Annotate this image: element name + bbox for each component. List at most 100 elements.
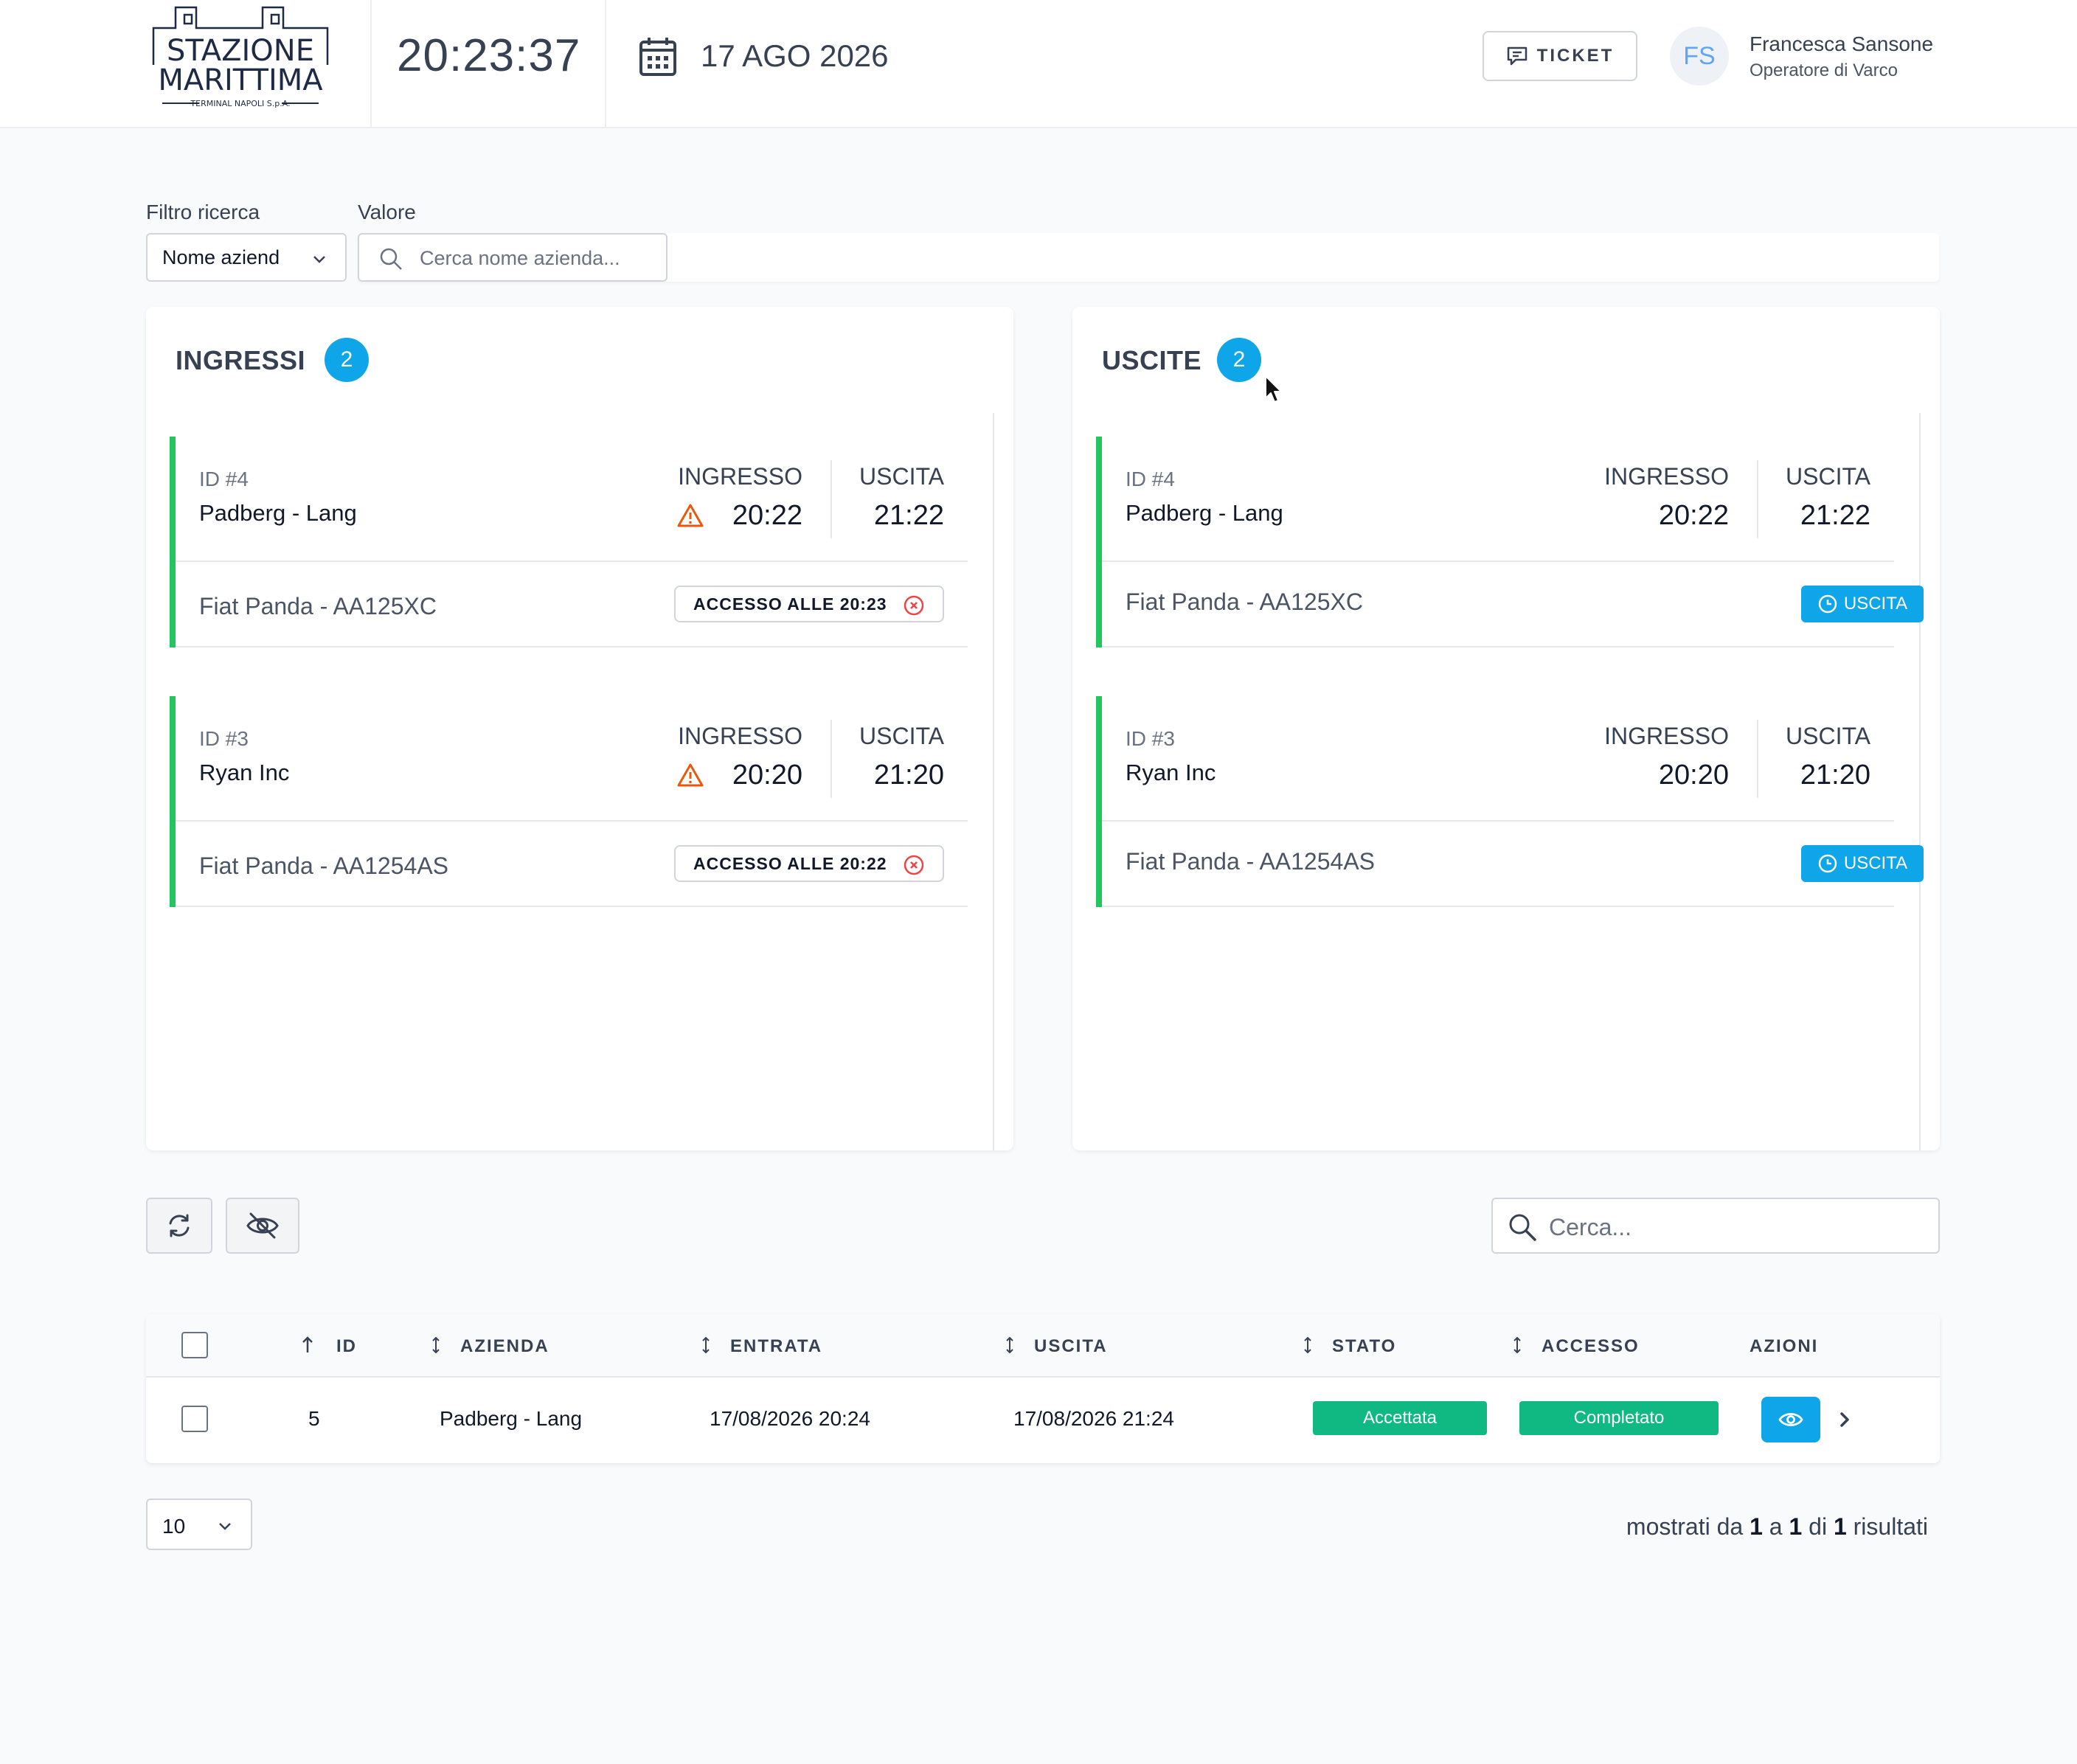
column-header-azienda[interactable]: AZIENDA	[460, 1336, 549, 1357]
card-out-label: USCITA	[859, 723, 944, 749]
uscite-count-badge: 2	[1217, 338, 1261, 382]
card-footer: Fiat Panda - AA1254AS USCITA	[1102, 822, 1924, 907]
stazione-marittima-logo[interactable]: STAZIONE MARITTIMA TERMINAL NAPOLI S.p.A…	[146, 0, 338, 128]
exit-button[interactable]: USCITA	[1801, 586, 1924, 622]
header-divider	[605, 0, 606, 128]
sort-icon[interactable]	[699, 1335, 712, 1355]
column-header-stato[interactable]: STATO	[1332, 1336, 1396, 1357]
card-divider	[1757, 720, 1758, 798]
card-divider	[831, 460, 832, 538]
table-header: ID AZIENDA ENTRATA USCITA STATO ACCESSO …	[146, 1314, 1940, 1378]
exit-button[interactable]: USCITA	[1801, 845, 1924, 882]
column-header-id[interactable]: ID	[336, 1336, 357, 1357]
eye-off-icon	[246, 1212, 279, 1239]
search-icon	[1509, 1214, 1536, 1241]
card-company: Ryan Inc	[1126, 760, 1216, 785]
card-in-time: 20:22	[1658, 500, 1729, 531]
company-search-placeholder: Cerca nome azienda...	[420, 247, 620, 269]
results-to: 1	[1789, 1513, 1803, 1540]
chevron-right-icon[interactable]	[1835, 1409, 1854, 1431]
ingressi-card[interactable]: ID #4 Padberg - Lang INGRESSO 20:22 USCI…	[170, 437, 968, 647]
table-search-input[interactable]: Cerca...	[1491, 1198, 1940, 1254]
card-in-label: INGRESSO	[1604, 463, 1729, 490]
user-role: Operatore di Varco	[1750, 60, 1898, 80]
card-id: ID #3	[1126, 727, 1175, 750]
sort-asc-icon[interactable]	[301, 1335, 314, 1355]
column-header-entrata[interactable]: ENTRATA	[730, 1336, 822, 1357]
uscite-card[interactable]: ID #3 Ryan Inc INGRESSO 20:20 USCITA 21:…	[1096, 696, 1924, 907]
card-vehicle: Fiat Panda - AA1254AS	[1126, 848, 1375, 875]
logo-line2: MARITTIMA	[158, 63, 323, 97]
results-suffix: risultati	[1853, 1513, 1928, 1540]
card-divider	[1757, 460, 1758, 538]
card-vehicle: Fiat Panda - AA125XC	[1126, 588, 1363, 615]
filter-select[interactable]: Nome aziend	[146, 233, 347, 282]
card-in-time: 20:20	[1658, 760, 1729, 791]
card-in-time: 20:22	[732, 500, 802, 531]
card-header: ID #3 Ryan Inc INGRESSO 20:20 USCITA 21:…	[176, 696, 968, 822]
ticket-button[interactable]: TICKET	[1483, 31, 1637, 81]
ingressi-title: INGRESSI	[176, 345, 306, 375]
value-label: Valore	[358, 201, 416, 223]
ingressi-count-badge: 2	[325, 338, 369, 382]
select-all-checkbox[interactable]	[181, 1332, 208, 1358]
results-to-word: a	[1769, 1513, 1783, 1540]
calendar-icon	[639, 38, 676, 76]
close-circle-icon[interactable]	[903, 854, 925, 876]
clock: 20:23:37	[397, 30, 581, 81]
card-vehicle: Fiat Panda - AA1254AS	[199, 853, 448, 879]
column-header-uscita[interactable]: USCITA	[1034, 1336, 1108, 1357]
row-id: 5	[308, 1407, 320, 1430]
card-status-bar	[1096, 437, 1102, 647]
uscite-title: USCITE	[1102, 345, 1202, 375]
search-icon	[380, 248, 402, 270]
access-time-badge[interactable]: ACCESSO ALLE 20:23	[674, 586, 944, 622]
sort-icon[interactable]	[429, 1335, 443, 1355]
filter-label: Filtro ricerca	[146, 201, 260, 223]
header-divider	[370, 0, 372, 128]
chevron-down-icon	[313, 256, 325, 263]
toggle-visibility-button[interactable]	[226, 1198, 299, 1254]
card-footer: Fiat Panda - AA125XC ACCESSO ALLE 20:23	[176, 562, 968, 647]
state-badge: Accettata	[1313, 1401, 1487, 1435]
card-header: ID #3 Ryan Inc INGRESSO 20:20 USCITA 21:…	[1102, 696, 1894, 822]
access-badge: Completato	[1519, 1401, 1719, 1435]
row-checkbox[interactable]	[181, 1406, 208, 1432]
column-header-accesso[interactable]: ACCESSO	[1542, 1336, 1640, 1357]
card-header: ID #4 Padberg - Lang INGRESSO 20:22 USCI…	[176, 437, 968, 562]
chevron-down-icon	[219, 1523, 231, 1530]
access-time-badge[interactable]: ACCESSO ALLE 20:22	[674, 845, 944, 882]
card-company: Ryan Inc	[199, 760, 290, 785]
access-time-label: ACCESSO ALLE 20:23	[693, 594, 887, 614]
ingressi-scrollbar[interactable]	[993, 413, 1013, 1150]
refresh-button[interactable]	[146, 1198, 212, 1254]
results-prefix: mostrati da	[1626, 1513, 1744, 1540]
uscite-scrollbar[interactable]	[1919, 413, 1940, 1150]
row-entry: 17/08/2026 20:24	[710, 1407, 870, 1430]
page-size-select[interactable]: 10	[146, 1499, 252, 1550]
card-out-label: USCITA	[1786, 463, 1870, 490]
card-company: Padberg - Lang	[199, 500, 357, 526]
row-company: Padberg - Lang	[440, 1407, 583, 1430]
card-header: ID #4 Padberg - Lang INGRESSO 20:22 USCI…	[1102, 437, 1894, 562]
company-search-input[interactable]: Cerca nome azienda...	[358, 233, 668, 282]
uscite-card[interactable]: ID #4 Padberg - Lang INGRESSO 20:22 USCI…	[1096, 437, 1924, 647]
ingressi-card[interactable]: ID #3 Ryan Inc INGRESSO 20:20 USCITA 21:…	[170, 696, 968, 907]
chat-icon	[1507, 46, 1527, 66]
close-circle-icon[interactable]	[903, 594, 925, 617]
refresh-icon	[169, 1214, 190, 1237]
logo-sub: TERMINAL NAPOLI S.p.A.	[190, 99, 290, 108]
sort-icon[interactable]	[1301, 1335, 1314, 1355]
results-of-word: di	[1809, 1513, 1828, 1540]
card-id: ID #3	[199, 727, 249, 750]
sort-icon[interactable]	[1003, 1335, 1016, 1355]
sort-icon[interactable]	[1511, 1335, 1524, 1355]
current-date: 17 AGO 2026	[701, 38, 889, 73]
table-search-placeholder: Cerca...	[1549, 1214, 1632, 1240]
card-out-label: USCITA	[859, 463, 944, 490]
user-avatar[interactable]: FS	[1670, 27, 1729, 86]
warning-icon	[677, 763, 704, 787]
card-divider	[831, 720, 832, 798]
view-button[interactable]	[1761, 1397, 1820, 1442]
results-summary: mostrati da 1 a 1 di 1 risultati	[1626, 1513, 1928, 1541]
